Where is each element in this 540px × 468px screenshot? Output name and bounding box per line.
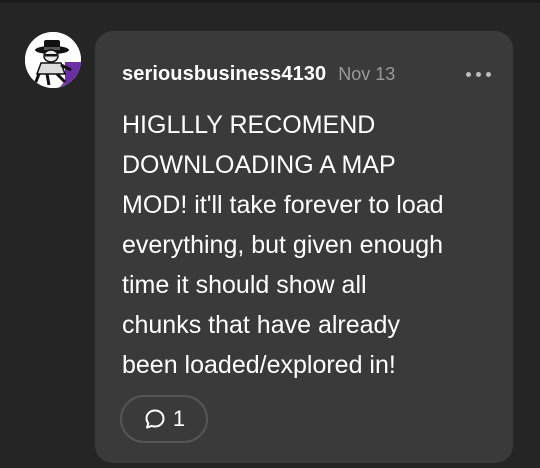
reply-button[interactable]: 1	[120, 395, 208, 443]
reply-count: 1	[172, 406, 186, 431]
comment-body-text: HIGLLLY RECOMEND DOWNLOADING A MAP MOD! …	[122, 111, 444, 379]
more-horizontal-icon-dot	[486, 71, 491, 77]
comment-header: seriousbusiness4130 Nov 13	[122, 61, 495, 87]
spy-character-avatar-icon	[25, 32, 81, 88]
speech-bubble-icon	[143, 407, 167, 431]
more-horizontal-icon-dot	[476, 71, 481, 77]
username-link[interactable]: seriousbusiness4130	[122, 63, 326, 86]
top-divider	[0, 0, 540, 3]
user-avatar[interactable]	[25, 32, 81, 88]
comment-timestamp[interactable]: Nov 13	[338, 64, 395, 85]
more-horizontal-icon	[466, 71, 471, 77]
comment-card: seriousbusiness4130 Nov 13 HIGLLLY RECOM…	[95, 31, 513, 463]
more-options-button[interactable]	[462, 64, 495, 84]
